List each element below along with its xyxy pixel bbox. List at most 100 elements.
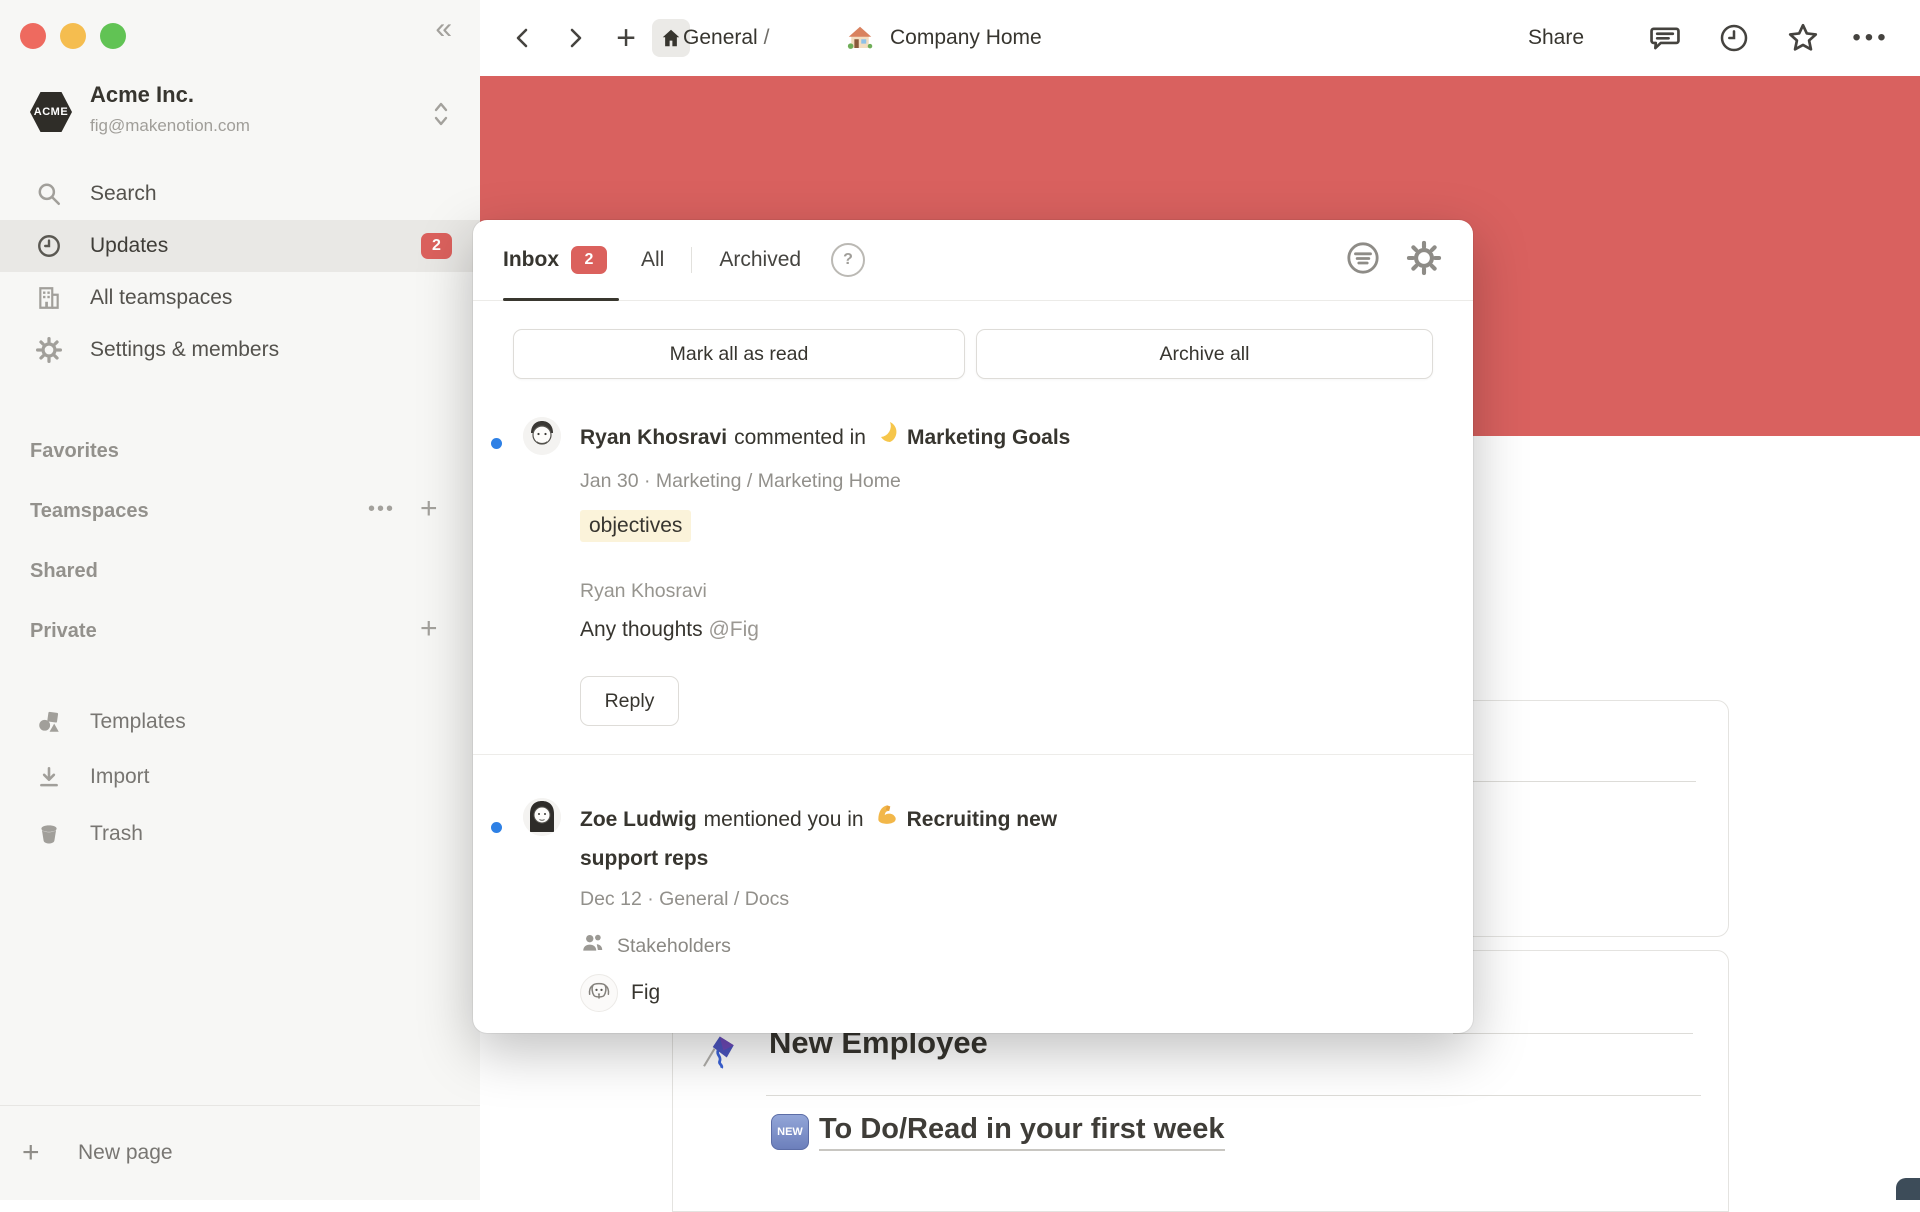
people-icon bbox=[580, 930, 606, 962]
notification-meta: Dec 12 · General / Docs bbox=[580, 888, 789, 911]
filter-icon[interactable] bbox=[1343, 238, 1383, 283]
page-link[interactable]: Marketing Goals bbox=[907, 418, 1070, 457]
workspace-name[interactable]: Acme Inc. bbox=[90, 82, 194, 108]
sidebar-item-settings[interactable]: Settings & members bbox=[0, 324, 480, 376]
user-name: Ryan Khosravi bbox=[580, 418, 727, 457]
updates-badge: 2 bbox=[421, 233, 452, 259]
section-header-teamspaces[interactable]: Teamspaces bbox=[30, 500, 149, 523]
breadcrumb-root[interactable]: General / bbox=[683, 0, 769, 76]
title-divider bbox=[766, 1095, 1701, 1096]
new-emoji: NEW bbox=[771, 1114, 809, 1150]
notification-meta: Jan 30 · Marketing / Marketing Home bbox=[580, 470, 901, 493]
mention[interactable]: @Fig bbox=[708, 618, 759, 641]
sidebar-item-label: Import bbox=[90, 765, 150, 789]
mark-all-read-button[interactable]: Mark all as read bbox=[513, 329, 965, 379]
topbar: + General / Company Home Share ••• bbox=[480, 0, 1920, 76]
forward-button[interactable] bbox=[560, 0, 590, 76]
sidebar-item-search[interactable]: Search bbox=[0, 168, 480, 220]
teamspaces-add-icon[interactable]: + bbox=[420, 492, 438, 526]
tab-all[interactable]: All bbox=[641, 248, 664, 272]
quoted-text[interactable]: objectives bbox=[580, 510, 691, 542]
tab-divider bbox=[691, 247, 692, 273]
breadcrumb-page[interactable]: Company Home bbox=[890, 0, 1042, 76]
unread-dot bbox=[491, 438, 502, 449]
unread-dot bbox=[491, 822, 502, 833]
new-page-button[interactable]: + New page bbox=[0, 1105, 480, 1200]
kite-emoji bbox=[697, 1033, 739, 1080]
person-chip[interactable]: Fig bbox=[580, 974, 660, 1012]
comment-text: Any thoughts @Fig bbox=[580, 618, 759, 642]
notification-title[interactable]: Ryan Khosravi commented in Marketing Goa… bbox=[580, 418, 1070, 457]
notification-divider bbox=[473, 754, 1473, 755]
close-window-button[interactable] bbox=[20, 23, 46, 49]
flex-arm-emoji bbox=[874, 800, 900, 839]
trash-icon bbox=[34, 819, 64, 849]
sidebar-item-templates[interactable]: Templates bbox=[0, 696, 480, 748]
tab-archived[interactable]: Archived bbox=[719, 248, 801, 272]
tab-inbox[interactable]: Inbox 2 bbox=[503, 246, 607, 274]
gear-icon bbox=[34, 335, 64, 365]
action-text: mentioned you in bbox=[704, 800, 864, 839]
history-clock-icon[interactable] bbox=[1711, 0, 1757, 76]
templates-icon bbox=[34, 707, 64, 737]
avatar bbox=[523, 417, 561, 455]
reply-button[interactable]: Reply bbox=[580, 676, 679, 726]
zoom-window-button[interactable] bbox=[100, 23, 126, 49]
stakeholders-property: Stakeholders bbox=[580, 930, 731, 962]
sidebar-item-trash[interactable]: Trash bbox=[0, 808, 480, 860]
back-button[interactable] bbox=[508, 0, 538, 76]
import-icon bbox=[34, 762, 64, 792]
sidebar-item-label: Search bbox=[90, 182, 157, 206]
dog-avatar bbox=[580, 974, 618, 1012]
page-link-wrap[interactable]: support reps bbox=[580, 847, 708, 870]
property-label: Stakeholders bbox=[617, 935, 731, 958]
page-link[interactable]: Recruiting new bbox=[907, 800, 1058, 839]
section-header-favorites[interactable]: Favorites bbox=[30, 440, 119, 463]
more-options-icon[interactable]: ••• bbox=[1846, 0, 1896, 76]
workspace-logo: ACME bbox=[30, 92, 72, 132]
teamspaces-more-icon[interactable]: ••• bbox=[368, 498, 395, 521]
moon-emoji bbox=[876, 418, 900, 457]
person-name: Fig bbox=[631, 981, 660, 1005]
share-button[interactable]: Share bbox=[1528, 0, 1584, 76]
todo-page-link[interactable]: To Do/Read in your first week bbox=[819, 1113, 1225, 1151]
sidebar-item-updates[interactable]: Updates 2 bbox=[0, 220, 480, 272]
updates-inbox-popover: Inbox 2 All Archived ? Mark all as read … bbox=[473, 220, 1473, 1033]
image-corner bbox=[1896, 1178, 1920, 1200]
sidebar-item-import[interactable]: Import bbox=[0, 751, 480, 803]
new-tab-button[interactable]: + bbox=[610, 0, 642, 76]
inbox-badge: 2 bbox=[571, 246, 607, 274]
clock-icon bbox=[34, 231, 64, 261]
help-icon[interactable]: ? bbox=[831, 243, 865, 277]
sidebar-item-label: Updates bbox=[90, 234, 168, 258]
sidebar-item-label: Trash bbox=[90, 822, 143, 846]
minimize-window-button[interactable] bbox=[60, 23, 86, 49]
sidebar-item-label: All teamspaces bbox=[90, 286, 232, 310]
private-add-icon[interactable]: + bbox=[420, 612, 438, 646]
inbox-tab-bar: Inbox 2 All Archived ? bbox=[473, 220, 1473, 301]
comments-icon[interactable] bbox=[1642, 0, 1688, 76]
section-header-private[interactable]: Private bbox=[30, 620, 97, 643]
workspace-email: fig@makenotion.com bbox=[90, 116, 250, 136]
collapse-sidebar-icon[interactable]: « bbox=[435, 14, 452, 44]
card-divider bbox=[1453, 1033, 1693, 1034]
sidebar: « ACME Acme Inc. fig@makenotion.com Sear… bbox=[0, 0, 480, 1200]
avatar bbox=[523, 798, 561, 836]
sidebar-item-label: Templates bbox=[90, 710, 186, 734]
tab-inbox-label: Inbox bbox=[503, 248, 559, 272]
user-name: Zoe Ludwig bbox=[580, 800, 697, 839]
comment-author: Ryan Khosravi bbox=[580, 580, 707, 603]
search-icon bbox=[34, 179, 64, 209]
sidebar-item-label: Settings & members bbox=[90, 338, 279, 362]
new-page-label: New page bbox=[78, 1141, 173, 1165]
action-text: commented in bbox=[734, 418, 866, 457]
workspace-switcher-icon[interactable] bbox=[432, 100, 450, 133]
section-header-shared[interactable]: Shared bbox=[30, 560, 98, 583]
sidebar-item-all-teamspaces[interactable]: All teamspaces bbox=[0, 272, 480, 324]
notification-title[interactable]: Zoe Ludwig mentioned you in Recruiting n… bbox=[580, 800, 1057, 878]
active-tab-underline bbox=[503, 298, 619, 301]
house-garden-emoji bbox=[840, 0, 880, 76]
favorite-star-icon[interactable] bbox=[1780, 0, 1826, 76]
gear-icon[interactable] bbox=[1405, 239, 1443, 282]
archive-all-button[interactable]: Archive all bbox=[976, 329, 1433, 379]
